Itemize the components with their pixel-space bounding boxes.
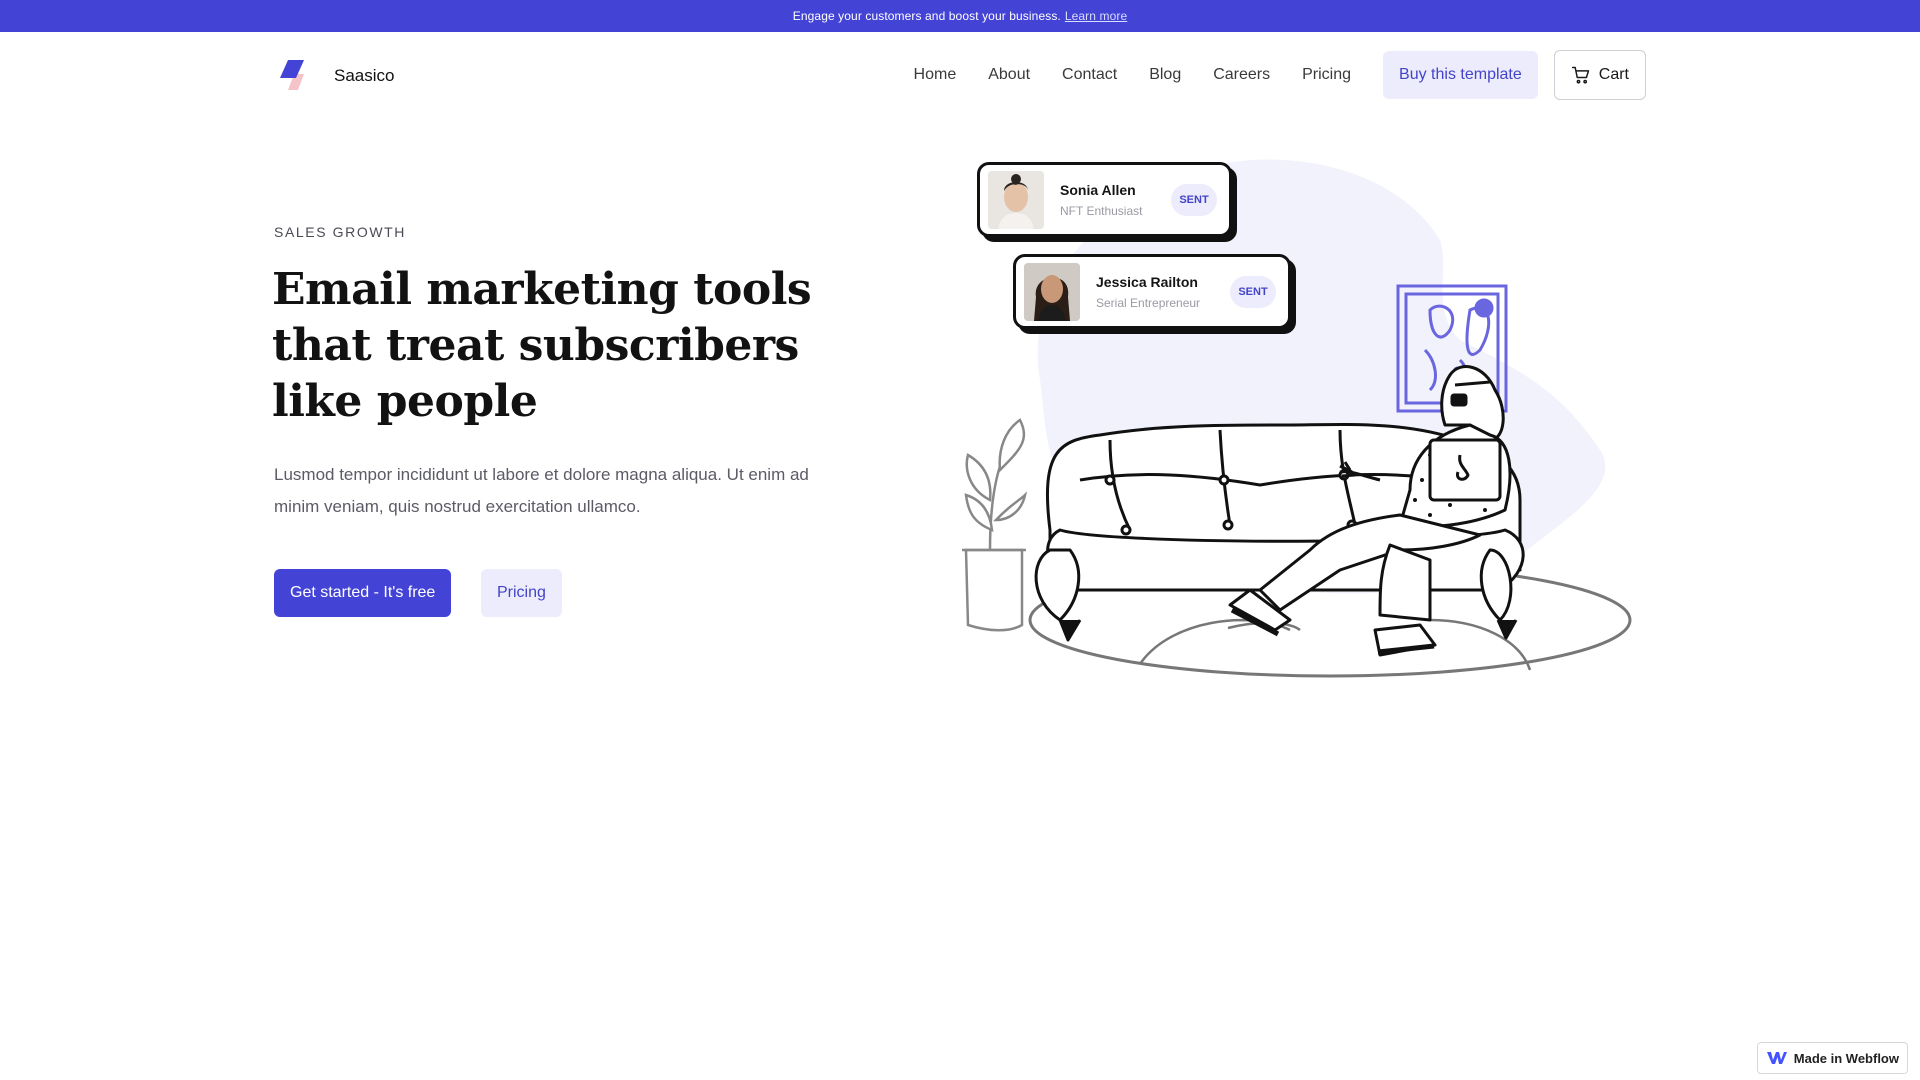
avatar xyxy=(988,170,1044,229)
contact-name: Sonia Allen xyxy=(1060,181,1136,198)
contact-role: NFT Enthusiast xyxy=(1060,203,1143,218)
announcement-bar: Engage your customers and boost your bus… xyxy=(0,0,1920,32)
webflow-badge-label: Made in Webflow xyxy=(1793,1050,1899,1066)
hero-eyebrow: SALES GROWTH xyxy=(274,224,406,240)
get-started-button[interactable]: Get started - It's free xyxy=(274,569,452,617)
brand-name: Saasico xyxy=(334,66,395,85)
made-in-webflow-badge[interactable]: Made in Webflow xyxy=(1756,1042,1908,1074)
logo-mark-icon xyxy=(280,60,304,90)
main-nav: Home About Contact Blog Careers Pricing … xyxy=(914,50,1646,100)
learn-more-link[interactable]: Learn more xyxy=(1065,9,1127,23)
nav-link-blog[interactable]: Blog xyxy=(1149,66,1181,84)
status-badge: SENT xyxy=(1230,275,1276,308)
avatar-jessica-icon xyxy=(1024,262,1080,321)
cart-label: Cart xyxy=(1598,66,1629,83)
hero-subtitle: Lusmod tempor incididunt ut labore et do… xyxy=(274,465,809,516)
nav-link-home[interactable]: Home xyxy=(914,66,957,84)
plant xyxy=(962,418,1028,632)
brand-logo[interactable]: Saasico xyxy=(274,56,394,96)
nav-link-careers[interactable]: Careers xyxy=(1213,66,1270,84)
webflow-logo-icon xyxy=(1766,1052,1787,1064)
contact-card: Sonia Allen NFT Enthusiast SENT xyxy=(977,162,1232,237)
status-badge: SENT xyxy=(1171,183,1217,216)
contact-card: Jessica Railton Serial Entrepreneur SENT xyxy=(1013,254,1291,329)
contact-name: Jessica Railton xyxy=(1096,273,1198,290)
nav-link-contact[interactable]: Contact xyxy=(1062,66,1117,84)
nav-link-pricing[interactable]: Pricing xyxy=(1302,66,1351,84)
buy-template-button[interactable]: Buy this template xyxy=(1383,51,1538,99)
avatar xyxy=(1024,262,1080,321)
announcement-text: Engage your customers and boost your bus… xyxy=(792,9,1061,23)
avatar-sonia-icon xyxy=(988,170,1044,229)
nav-link-about[interactable]: About xyxy=(988,66,1030,84)
contact-role: Serial Entrepreneur xyxy=(1096,295,1201,310)
cart-button[interactable]: Cart xyxy=(1553,50,1646,100)
hero-title: Email marketing tools that treat subscri… xyxy=(272,264,812,427)
cart-icon xyxy=(1571,66,1590,84)
pricing-button[interactable]: Pricing xyxy=(481,569,562,617)
